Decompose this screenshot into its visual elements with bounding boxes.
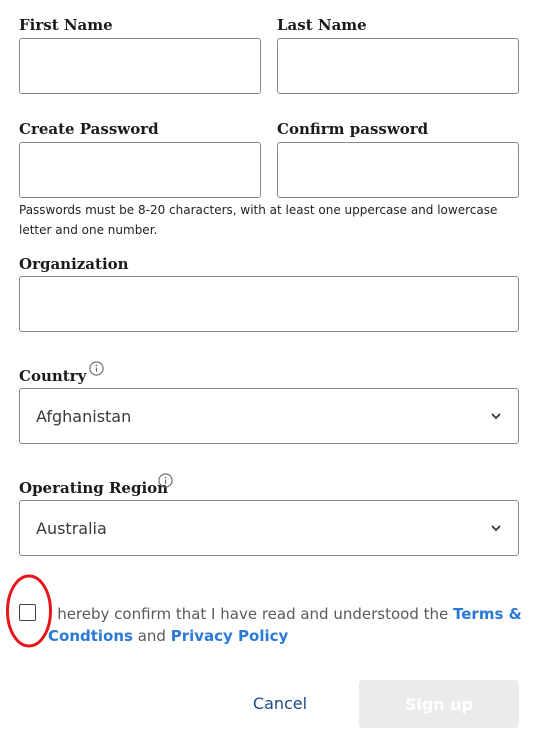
confirm-password-label: Confirm password (277, 120, 429, 138)
create-password-input[interactable] (19, 142, 261, 198)
consent-text: I hereby confirm that I have read and un… (48, 603, 528, 647)
country-select[interactable]: Afghanistan (19, 388, 519, 444)
chevron-down-icon (491, 413, 501, 420)
sign-up-button[interactable]: Sign up (359, 680, 519, 728)
country-label: Country (19, 367, 87, 385)
first-name-input[interactable] (19, 38, 261, 94)
last-name-label: Last Name (277, 16, 367, 34)
operating-region-label: Operating Region (19, 479, 169, 497)
password-hint: Passwords must be 8-20 characters, with … (19, 203, 498, 237)
cancel-button[interactable]: Cancel (230, 684, 330, 722)
info-circle-icon[interactable] (158, 473, 173, 488)
confirm-password-input[interactable] (277, 142, 519, 198)
consent-and: and (132, 627, 171, 645)
consent-statement: I hereby confirm that I have read and un… (48, 605, 454, 623)
last-name-input[interactable] (277, 38, 519, 94)
organization-label: Organization (19, 255, 129, 273)
privacy-policy-link[interactable]: Privacy Policy (171, 627, 289, 645)
annotation-circle (6, 574, 52, 648)
organization-input[interactable] (19, 276, 519, 332)
info-circle-icon[interactable] (89, 361, 104, 376)
country-selected-value: Afghanistan (36, 406, 132, 426)
operating-region-selected-value: Australia (36, 518, 107, 538)
create-password-label: Create Password (19, 120, 159, 138)
chevron-down-icon (491, 525, 501, 532)
first-name-label: First Name (19, 16, 113, 34)
operating-region-select[interactable]: Australia (19, 500, 519, 556)
